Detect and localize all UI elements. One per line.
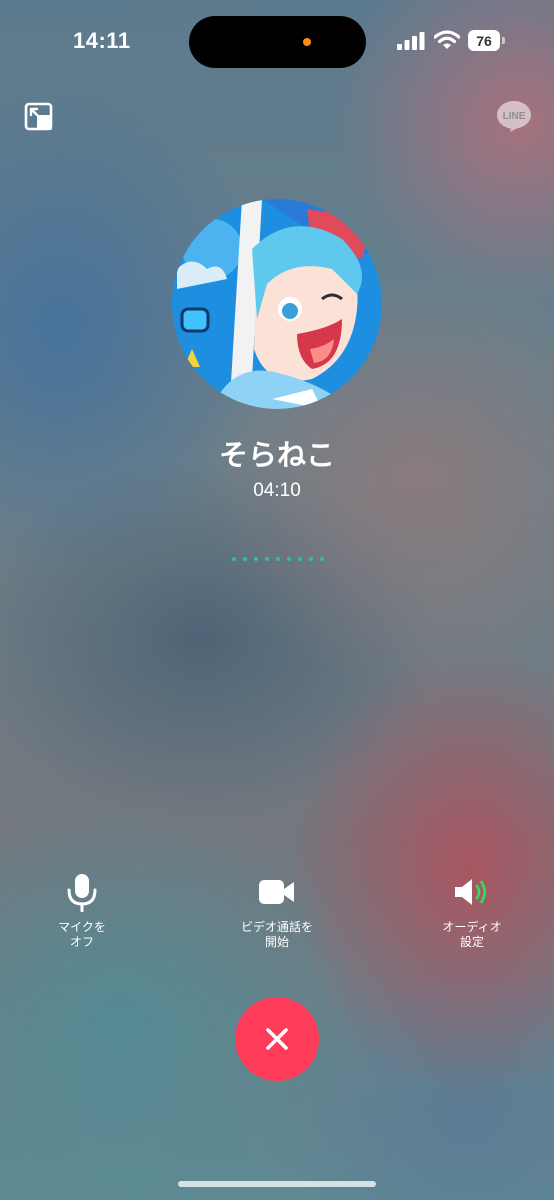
- call-duration: 04:10: [253, 480, 301, 501]
- cellular-signal-icon: [397, 32, 425, 50]
- mic-toggle-button[interactable]: マイクを オフ: [17, 872, 147, 950]
- recording-indicator-icon: [303, 38, 311, 46]
- picture-in-picture-icon[interactable]: [24, 102, 54, 132]
- home-indicator[interactable]: [178, 1181, 376, 1187]
- svg-text:LINE: LINE: [503, 111, 526, 122]
- line-app-icon: LINE: [497, 101, 531, 132]
- voice-activity-indicator: [232, 557, 324, 561]
- battery-icon: 76: [468, 30, 505, 51]
- end-call-button[interactable]: [235, 997, 319, 1081]
- speaker-icon: [452, 872, 492, 912]
- audio-settings-button[interactable]: オーディオ 設定: [407, 872, 537, 950]
- start-video-button[interactable]: ビデオ通話を 開始: [212, 872, 342, 950]
- wifi-icon: [434, 30, 460, 49]
- audio-settings-label: オーディオ 設定: [442, 920, 502, 949]
- video-camera-icon: [257, 872, 297, 912]
- mic-toggle-label: マイクを オフ: [58, 920, 106, 949]
- contact-name: そらねこ: [218, 438, 335, 472]
- start-video-label: ビデオ通話を 開始: [240, 920, 313, 949]
- microphone-icon: [62, 872, 102, 912]
- dynamic-island: [189, 16, 366, 68]
- status-time: 14:11: [73, 28, 131, 53]
- contact-avatar: [172, 199, 382, 409]
- close-icon: [266, 1028, 288, 1050]
- call-screen: 14:11 76 LINE そらねこ 04:10 マイクを オフ ビデオ通話を …: [0, 0, 554, 1200]
- battery-level: 76: [468, 30, 500, 51]
